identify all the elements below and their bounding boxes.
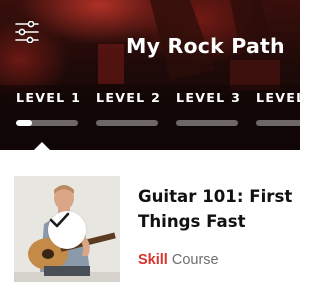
header: My Rock Path LEVEL 1 LEVEL 2 LEVEL 3 LEV… — [0, 0, 300, 150]
tab-level-label: LEVEL 3 — [176, 90, 242, 105]
level-progress-fill — [16, 120, 32, 126]
tab-level-4[interactable]: LEVEL 4 — [256, 90, 300, 130]
tab-level-3[interactable]: LEVEL 3 — [176, 90, 244, 130]
course-title: Guitar 101: First Things Fast — [138, 187, 293, 231]
level-progress-bar — [256, 120, 300, 126]
level-tabs: LEVEL 1 LEVEL 2 LEVEL 3 LEVEL 4 — [0, 90, 300, 130]
level-progress-bar — [176, 120, 238, 126]
level-progress-bar — [16, 120, 78, 126]
course-meta: Skill Course — [138, 252, 219, 268]
course-type: Course — [171, 252, 219, 268]
tab-level-2[interactable]: LEVEL 2 — [96, 90, 164, 130]
course-tag: Skill — [138, 252, 168, 268]
filter-button[interactable] — [12, 18, 42, 46]
tab-level-label: LEVEL 4 — [256, 90, 300, 105]
completed-badge — [48, 211, 86, 249]
tab-level-1[interactable]: LEVEL 1 — [16, 90, 84, 130]
sliders-icon — [15, 21, 39, 43]
check-icon — [49, 212, 70, 228]
level-progress-bar — [96, 120, 158, 126]
course-card[interactable]: Guitar 101: First Things Fast Skill Cour… — [0, 150, 300, 300]
tab-level-label: LEVEL 1 — [16, 90, 82, 105]
page-title: My Rock Path — [126, 34, 285, 58]
tab-level-label: LEVEL 2 — [96, 90, 162, 105]
course-thumbnail — [14, 176, 120, 282]
